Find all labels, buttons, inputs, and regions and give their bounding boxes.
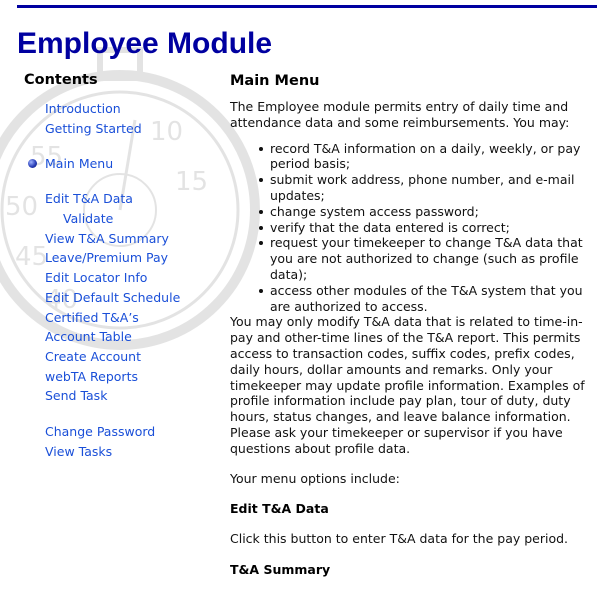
nav-link-edit-locator-info[interactable]: Edit Locator Info xyxy=(45,270,147,286)
option-description: Click this button to enter T&A data for … xyxy=(230,531,569,547)
svg-text:50: 50 xyxy=(5,192,38,222)
intro-paragraph: The Employee module permits entry of dai… xyxy=(230,99,570,130)
main-content: Main Menu The Employee module permits en… xyxy=(230,72,605,578)
page-title: Employee Module xyxy=(17,27,273,60)
nav-link-validate[interactable]: Validate xyxy=(63,211,113,227)
svg-text:10: 10 xyxy=(150,117,183,147)
body-paragraph: You may only modify T&A data that is rel… xyxy=(230,314,585,456)
nav-link-introduction[interactable]: Introduction xyxy=(45,101,121,117)
list-item: verify that the data entered is correct; xyxy=(259,220,605,236)
svg-text:45: 45 xyxy=(15,242,48,272)
section-heading: Main Menu xyxy=(230,73,320,89)
capabilities-list: record T&A information on a daily, weekl… xyxy=(230,141,605,315)
list-item: access other modules of the T&A system t… xyxy=(259,283,605,315)
list-item: change system access password; xyxy=(259,204,605,220)
nav-link-account-table[interactable]: Account Table xyxy=(45,329,132,345)
nav-link-certified-tas[interactable]: Certified T&A’s xyxy=(45,310,139,326)
nav-link-change-password[interactable]: Change Password xyxy=(45,424,155,440)
list-item: request your timekeeper to change T&A da… xyxy=(259,235,605,282)
nav-link-edit-ta-data[interactable]: Edit T&A Data xyxy=(45,191,133,207)
current-page-bullet-icon xyxy=(28,159,37,168)
svg-text:15: 15 xyxy=(175,167,208,197)
nav-link-webta-reports[interactable]: webTA Reports xyxy=(45,369,138,385)
option-heading-edit-ta-data: Edit T&A Data xyxy=(230,501,329,517)
nav-link-leave-premium-pay[interactable]: Leave/Premium Pay xyxy=(45,250,168,266)
options-intro: Your menu options include: xyxy=(230,470,400,486)
nav-link-view-tasks[interactable]: View Tasks xyxy=(45,444,112,460)
option-heading-ta-summary: T&A Summary xyxy=(230,562,331,578)
nav-link-send-task[interactable]: Send Task xyxy=(45,388,107,404)
nav-link-create-account[interactable]: Create Account xyxy=(45,349,141,365)
nav-link-edit-default-schedule[interactable]: Edit Default Schedule xyxy=(45,290,180,306)
nav-link-view-ta-summary[interactable]: View T&A Summary xyxy=(45,231,169,247)
nav-link-getting-started[interactable]: Getting Started xyxy=(45,121,142,137)
list-item: record T&A information on a daily, weekl… xyxy=(259,141,605,173)
list-item: submit work address, phone number, and e… xyxy=(259,172,605,204)
nav-link-main-menu[interactable]: Main Menu xyxy=(45,156,113,172)
contents-heading: Contents xyxy=(24,72,98,88)
top-rule xyxy=(17,5,597,8)
